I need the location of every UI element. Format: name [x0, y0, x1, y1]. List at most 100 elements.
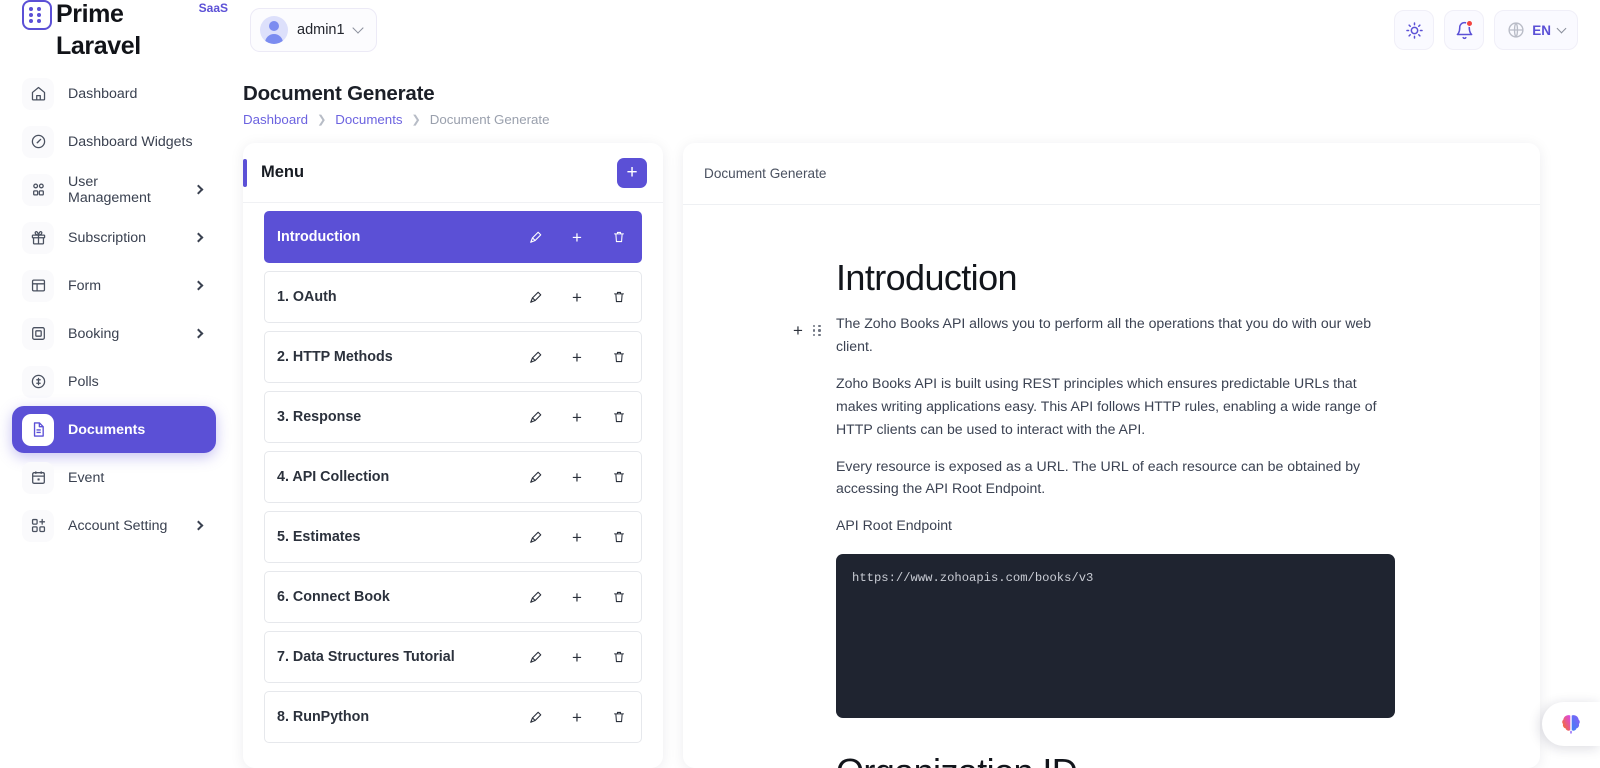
paintbrush-icon[interactable]: [527, 709, 543, 725]
sidebar-item-dashboard[interactable]: Dashboard: [12, 70, 216, 117]
trash-icon[interactable]: [611, 649, 627, 665]
menu-item-actions: +: [527, 709, 627, 725]
sidebar-item-polls[interactable]: Polls: [12, 358, 216, 405]
breadcrumb-item-documents[interactable]: Documents: [335, 112, 402, 127]
paintbrush-icon[interactable]: [527, 649, 543, 665]
chevron-right-icon: [194, 281, 204, 291]
document-paragraph[interactable]: The Zoho Books API allows you to perform…: [836, 312, 1395, 358]
document-editor-panel: Document Generate + Introduction The Zoh…: [683, 143, 1540, 768]
trash-icon[interactable]: [611, 589, 627, 605]
user-name-label: admin1: [297, 22, 345, 38]
top-header: Prime Laravel SaaS admin1 EN: [0, 0, 1600, 60]
menu-list-item[interactable]: 8. RunPython +: [264, 691, 642, 743]
sidebar-item-label: Event: [68, 470, 104, 486]
sidebar-item-label: Documents: [68, 422, 145, 438]
trash-icon[interactable]: [611, 409, 627, 425]
trash-icon[interactable]: [611, 349, 627, 365]
sidebar-item-account-setting[interactable]: Account Setting: [12, 502, 216, 549]
menu-panel-title: Menu: [261, 163, 304, 182]
menu-item-label: 3. Response: [277, 409, 361, 425]
document-paragraph[interactable]: API Root Endpoint: [836, 514, 1395, 537]
brand-logo[interactable]: Prime Laravel SaaS: [0, 0, 228, 62]
sidebar-item-booking[interactable]: Booking: [12, 310, 216, 357]
sidebar-item-label: Account Setting: [68, 518, 167, 534]
ai-assistant-button[interactable]: [1542, 702, 1600, 746]
add-child-item-button[interactable]: +: [569, 409, 585, 425]
user-menu-button[interactable]: admin1: [250, 8, 377, 52]
home-icon: [22, 78, 54, 110]
chevron-right-icon: [194, 521, 204, 531]
language-selector[interactable]: EN: [1494, 10, 1578, 50]
document-subheading[interactable]: Organization ID: [836, 751, 1395, 768]
sun-icon: [1405, 21, 1424, 40]
menu-list-item[interactable]: 1. OAuth +: [264, 271, 642, 323]
breadcrumb-separator-icon: ❯: [317, 113, 326, 126]
add-child-item-button[interactable]: +: [569, 349, 585, 365]
ai-brain-icon: [1559, 712, 1583, 736]
notifications-button[interactable]: [1444, 10, 1484, 50]
paintbrush-icon[interactable]: [527, 529, 543, 545]
menu-item-label: 5. Estimates: [277, 529, 360, 545]
menu-list-item[interactable]: 2. HTTP Methods +: [264, 331, 642, 383]
add-child-item-button[interactable]: +: [569, 649, 585, 665]
add-child-item-button[interactable]: +: [569, 589, 585, 605]
menu-item-label: 1. OAuth: [277, 289, 337, 305]
menu-item-label: 8. RunPython: [277, 709, 369, 725]
tab-document-generate[interactable]: Document Generate: [704, 166, 826, 181]
sidebar-item-form[interactable]: Form: [12, 262, 216, 309]
document-heading[interactable]: Introduction: [836, 257, 1395, 298]
menu-item-label: Introduction: [277, 229, 360, 245]
menu-panel: Menu + Introduction +: [243, 143, 663, 768]
add-menu-item-button[interactable]: +: [617, 158, 647, 188]
paintbrush-icon[interactable]: [527, 349, 543, 365]
sidebar-item-dashboard-widgets[interactable]: Dashboard Widgets: [12, 118, 216, 165]
document-paragraph[interactable]: Every resource is exposed as a URL. The …: [836, 455, 1395, 501]
sidebar-item-label: Polls: [68, 374, 99, 390]
sidebar-item-label: Dashboard: [68, 86, 137, 102]
paintbrush-icon[interactable]: [527, 409, 543, 425]
chevron-down-icon: [352, 22, 363, 33]
menu-item-list: Introduction + 1. OAuth: [243, 203, 663, 761]
menu-item-label: 2. HTTP Methods: [277, 349, 393, 365]
page-header: Document Generate Dashboard ❯ Documents …: [243, 82, 550, 127]
menu-list-item[interactable]: 3. Response +: [264, 391, 642, 443]
menu-list-item[interactable]: 5. Estimates +: [264, 511, 642, 563]
trash-icon[interactable]: [611, 469, 627, 485]
menu-item-label: 7. Data Structures Tutorial: [277, 649, 455, 665]
add-child-item-button[interactable]: +: [569, 289, 585, 305]
calendar-icon: [22, 462, 54, 494]
document-paragraph[interactable]: Zoho Books API is built using REST princ…: [836, 372, 1395, 440]
code-block[interactable]: https://www.zohoapis.com/books/v3: [836, 554, 1395, 718]
menu-item-actions: +: [527, 529, 627, 545]
trash-icon[interactable]: [611, 229, 627, 245]
breadcrumb: Dashboard ❯ Documents ❯ Document Generat…: [243, 112, 550, 127]
breadcrumb-item-dashboard[interactable]: Dashboard: [243, 112, 308, 127]
menu-list-item[interactable]: 4. API Collection +: [264, 451, 642, 503]
add-child-item-button[interactable]: +: [569, 709, 585, 725]
add-child-item-button[interactable]: +: [569, 469, 585, 485]
gift-icon: [22, 222, 54, 254]
theme-toggle-button[interactable]: [1394, 10, 1434, 50]
menu-list-item[interactable]: Introduction +: [264, 211, 642, 263]
add-child-item-button[interactable]: +: [569, 529, 585, 545]
paintbrush-icon[interactable]: [527, 289, 543, 305]
paintbrush-icon[interactable]: [527, 589, 543, 605]
sidebar-item-documents[interactable]: Documents: [12, 406, 216, 453]
drag-grip-icon[interactable]: [813, 325, 822, 337]
sidebar-item-user-management[interactable]: User Management: [12, 166, 216, 213]
brand-superscript: SaaS: [199, 1, 228, 15]
add-block-button[interactable]: +: [793, 322, 803, 339]
menu-item-actions: +: [527, 469, 627, 485]
sidebar-item-event[interactable]: Event: [12, 454, 216, 501]
add-child-item-button[interactable]: +: [569, 229, 585, 245]
trash-icon[interactable]: [611, 709, 627, 725]
menu-list-item[interactable]: 7. Data Structures Tutorial +: [264, 631, 642, 683]
block-handle-group: +: [793, 322, 821, 339]
trash-icon[interactable]: [611, 529, 627, 545]
trash-icon[interactable]: [611, 289, 627, 305]
paintbrush-icon[interactable]: [527, 469, 543, 485]
menu-list-item[interactable]: 6. Connect Book +: [264, 571, 642, 623]
sidebar-item-subscription[interactable]: Subscription: [12, 214, 216, 261]
paintbrush-icon[interactable]: [527, 229, 543, 245]
sidebar-item-label: User Management: [68, 174, 181, 206]
